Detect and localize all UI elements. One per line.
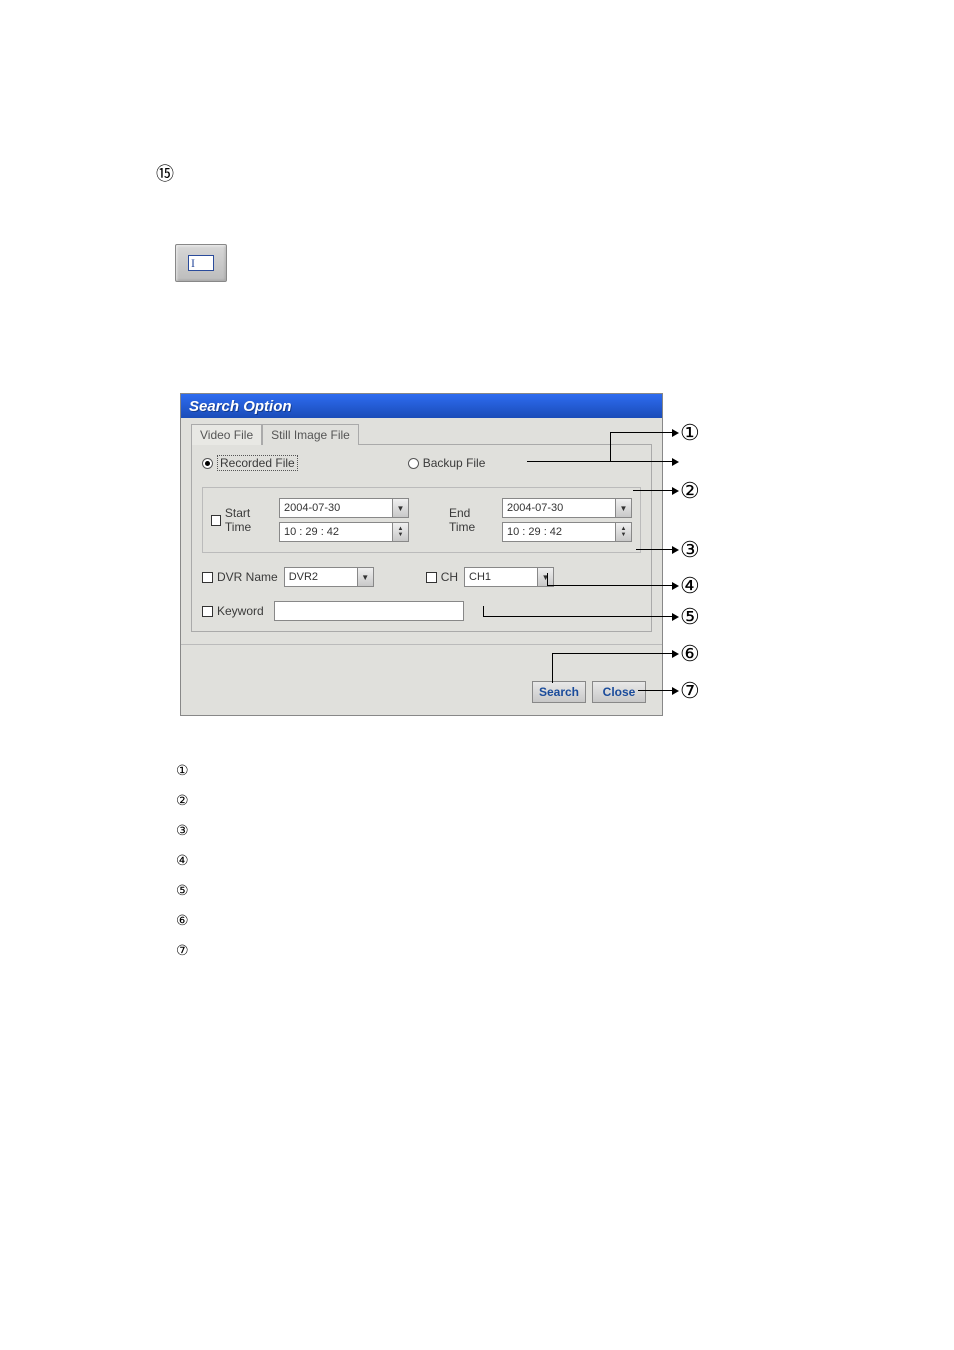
callout-3: ③ <box>680 537 700 563</box>
leader-line <box>552 653 673 654</box>
leader-line <box>547 585 673 586</box>
start-time-checkbox[interactable]: Start Time <box>211 506 273 534</box>
dvr-name-label: DVR Name <box>217 570 278 584</box>
spinner-arrows-icon: ▲▼ <box>615 523 631 541</box>
spinner-arrows-icon: ▲▼ <box>392 523 408 541</box>
legend-item: ⑦ <box>176 935 189 965</box>
leader-line <box>633 490 673 491</box>
radio-backup-file[interactable]: Backup File <box>408 455 486 471</box>
radio-icon <box>202 458 213 469</box>
end-time-spinner[interactable]: 10 : 29 : 42 ▲▼ <box>502 522 632 542</box>
start-time-spinner[interactable]: 10 : 29 : 42 ▲▼ <box>279 522 409 542</box>
leader-line <box>610 432 673 433</box>
text-cursor-icon: I <box>188 255 214 271</box>
legend-item: ⑥ <box>176 905 189 935</box>
leader-line <box>527 461 673 462</box>
leader-line <box>547 573 548 585</box>
radio-backup-label: Backup File <box>423 456 486 470</box>
callout-4: ④ <box>680 573 700 599</box>
radio-icon <box>408 458 419 469</box>
legend-item: ③ <box>176 815 189 845</box>
close-button[interactable]: Close <box>592 681 646 703</box>
legend-item: ② <box>176 785 189 815</box>
callout-2: ② <box>680 478 700 504</box>
tab-still-image-file[interactable]: Still Image File <box>262 424 359 445</box>
page-marker: ⑮ <box>156 160 174 186</box>
end-time-label: End Time <box>449 506 496 534</box>
leader-line <box>483 616 673 617</box>
keyword-checkbox[interactable]: Keyword <box>202 604 264 618</box>
ch-checkbox[interactable]: CH <box>426 570 458 584</box>
leader-line <box>636 549 673 550</box>
callout-1: ① <box>680 420 700 446</box>
leader-line <box>638 690 673 691</box>
keyword-label: Keyword <box>217 604 264 618</box>
callout-6: ⑥ <box>680 641 700 667</box>
leader-line <box>552 653 553 683</box>
end-date-combo[interactable]: 2004-07-30 ▼ <box>502 498 632 518</box>
legend-list: ① ② ③ ④ ⑤ ⑥ ⑦ <box>176 755 189 965</box>
dvr-name-combo[interactable]: DVR2 ▼ <box>284 567 374 587</box>
ch-combo[interactable]: CH1 ▼ <box>464 567 554 587</box>
leader-line <box>610 432 611 461</box>
legend-item: ① <box>176 755 189 785</box>
checkbox-icon <box>211 515 221 526</box>
chevron-down-icon: ▼ <box>392 499 408 517</box>
search-option-dialog: Search Option Video File Still Image Fil… <box>180 393 663 716</box>
search-button[interactable]: Search <box>532 681 586 703</box>
callout-5: ⑤ <box>680 604 700 630</box>
chevron-down-icon: ▼ <box>357 568 373 586</box>
radio-recorded-file[interactable]: Recorded File <box>202 455 298 471</box>
chevron-down-icon: ▼ <box>537 568 553 586</box>
checkbox-icon <box>202 572 213 583</box>
legend-item: ④ <box>176 845 189 875</box>
dvr-name-checkbox[interactable]: DVR Name <box>202 570 278 584</box>
keyword-input[interactable] <box>274 601 464 621</box>
radio-recorded-label: Recorded File <box>217 455 298 471</box>
legend-item: ⑤ <box>176 875 189 905</box>
tab-video-file[interactable]: Video File <box>191 424 262 445</box>
checkbox-icon <box>202 606 213 617</box>
start-date-combo[interactable]: 2004-07-30 ▼ <box>279 498 409 518</box>
chevron-down-icon: ▼ <box>615 499 631 517</box>
leader-line <box>483 606 484 616</box>
dialog-title: Search Option <box>181 394 662 418</box>
ch-label: CH <box>441 570 458 584</box>
checkbox-icon <box>426 572 437 583</box>
start-time-label: Start Time <box>225 506 273 534</box>
callout-7: ⑦ <box>680 678 700 704</box>
search-toolbar-button[interactable]: I <box>175 244 227 282</box>
